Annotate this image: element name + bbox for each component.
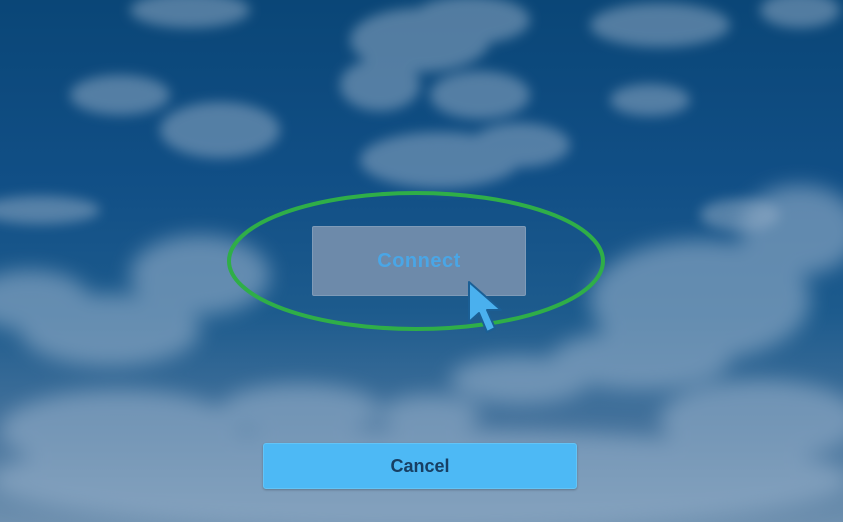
cancel-button[interactable]: Cancel	[263, 443, 577, 489]
connect-button[interactable]: Connect	[312, 226, 526, 296]
connect-button-label: Connect	[377, 249, 461, 272]
cancel-button-label: Cancel	[390, 455, 450, 476]
